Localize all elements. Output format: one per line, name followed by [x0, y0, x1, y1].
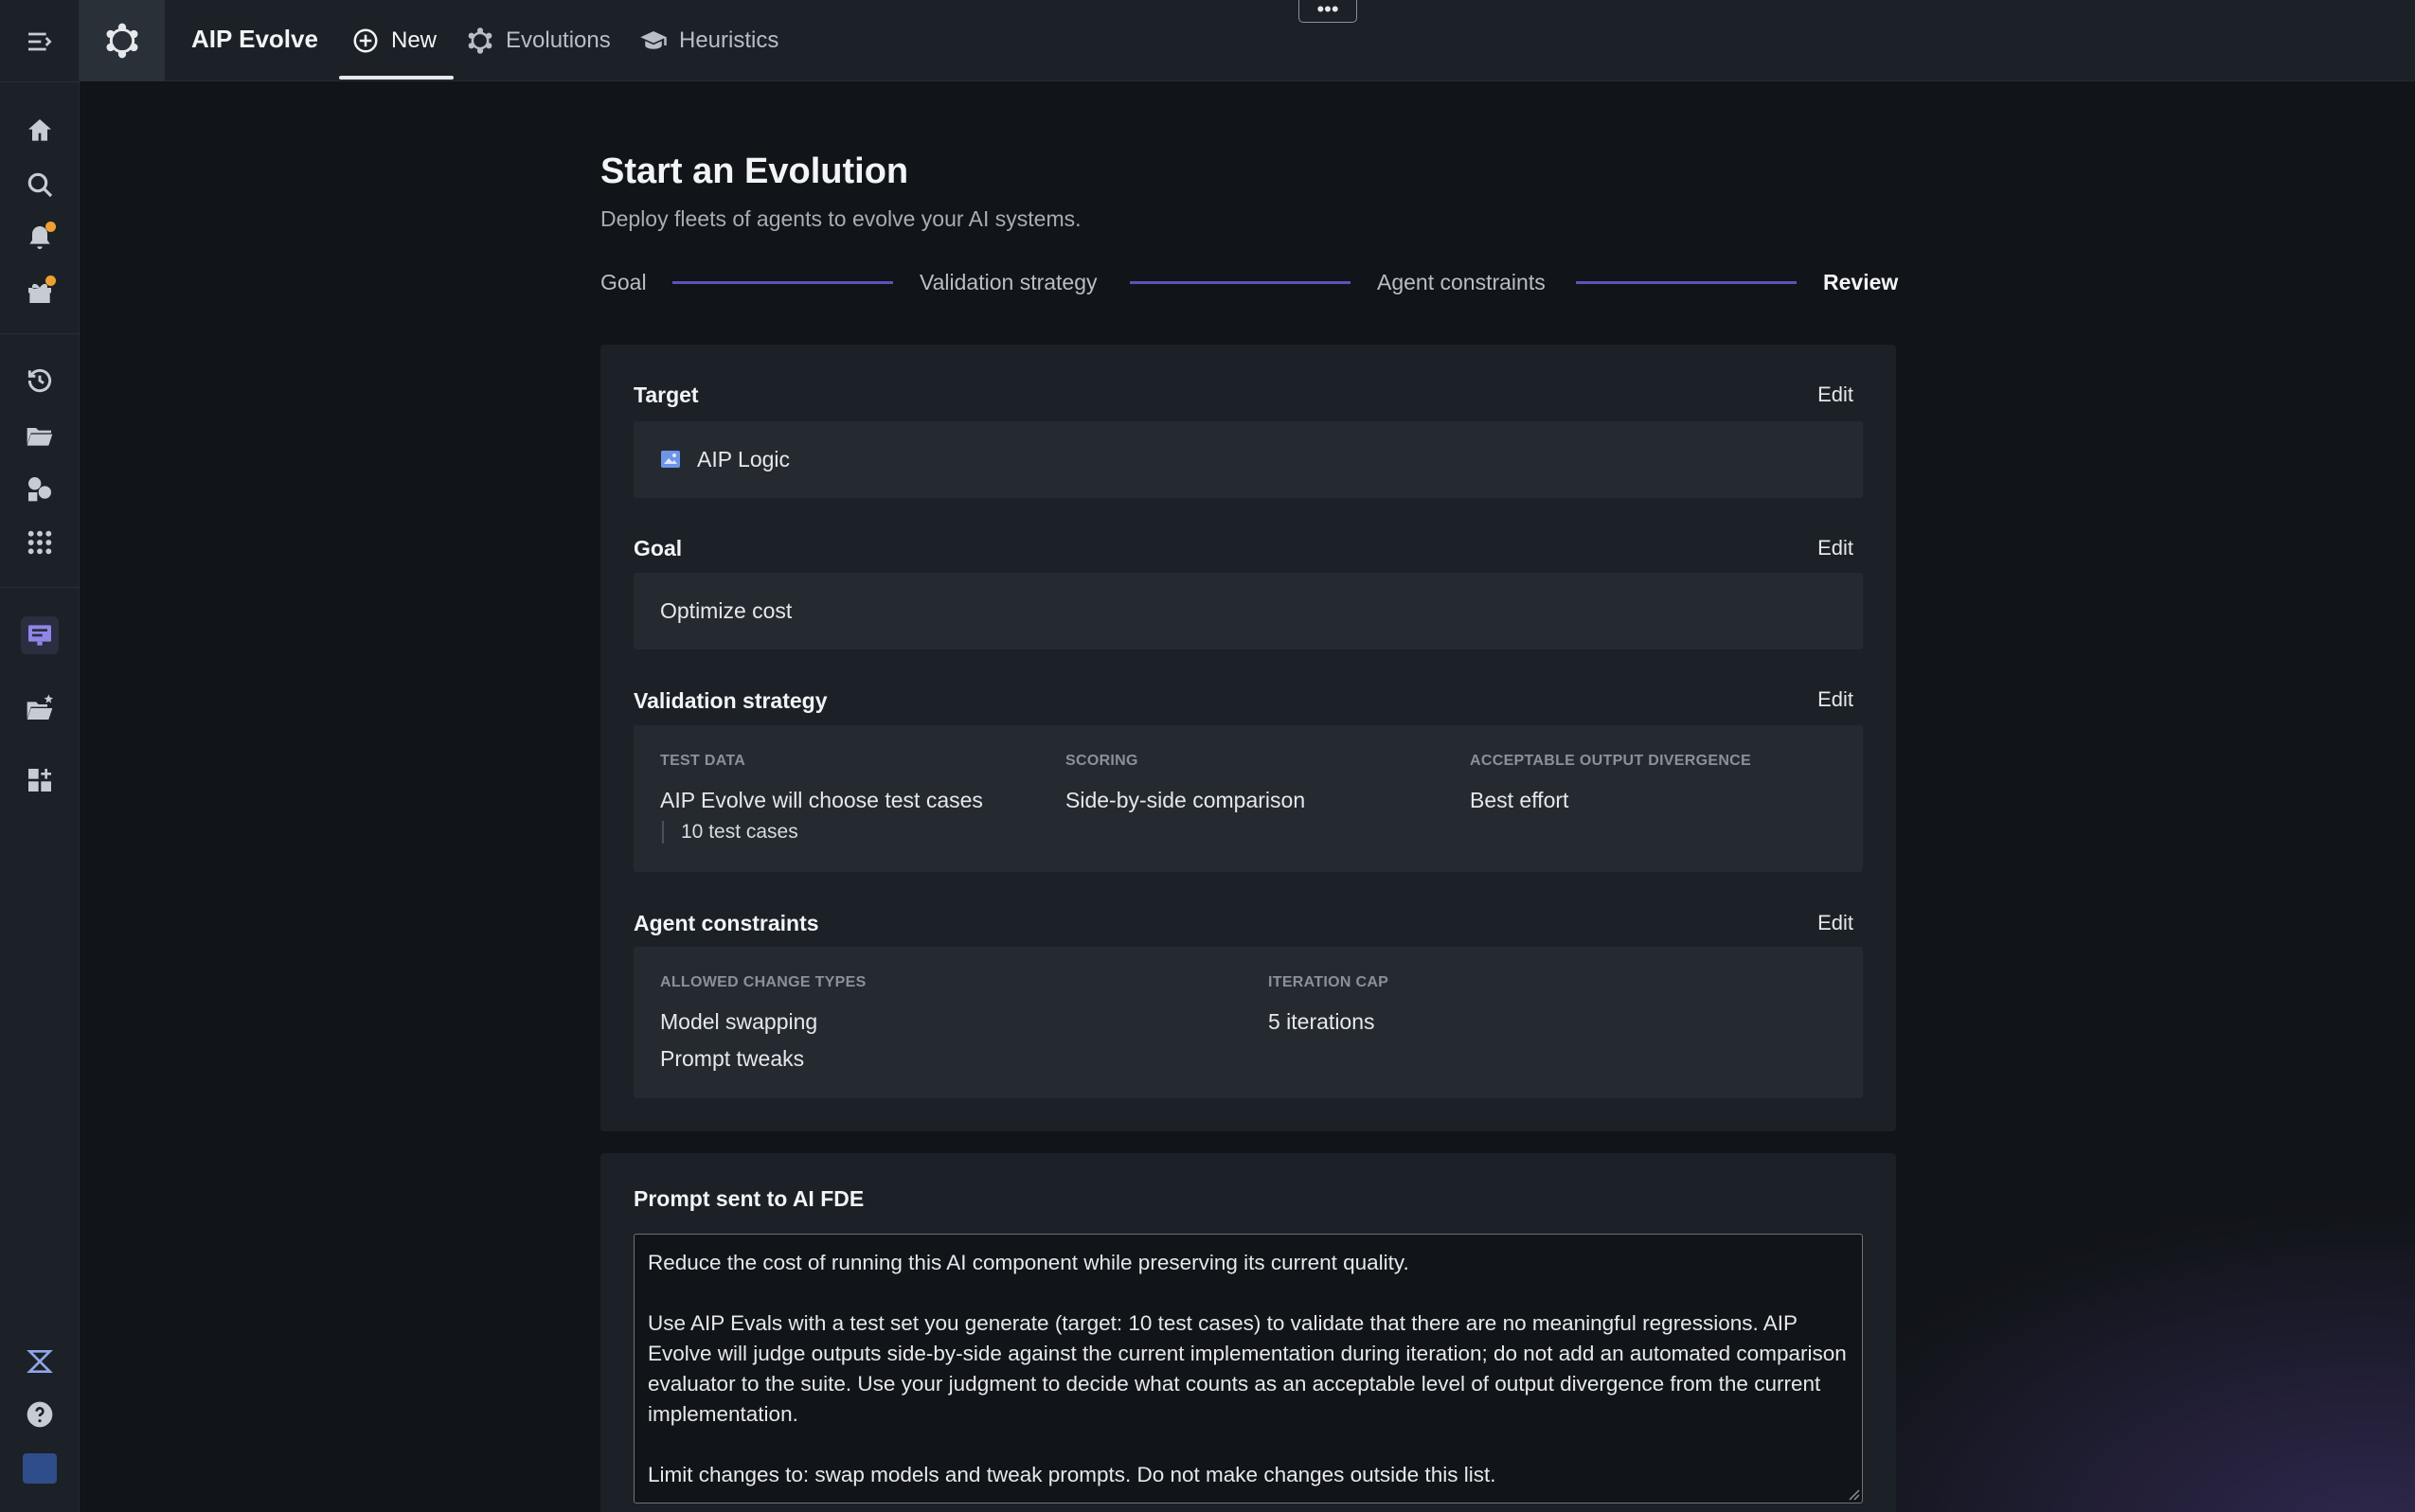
- validation-title: Validation strategy: [634, 688, 828, 713]
- sidebar: [0, 0, 80, 1512]
- review-card: Target Edit AIP Logic Goal Edit Optimize…: [600, 345, 1896, 1131]
- app-grid-icon[interactable]: [21, 524, 59, 561]
- aip-icon[interactable]: [21, 1343, 59, 1380]
- aip-logic-icon: [661, 451, 680, 468]
- divergence-label: ACCEPTABLE OUTPUT DIVERGENCE: [1470, 753, 1752, 769]
- target-title: Target: [634, 382, 699, 407]
- prompt-card: Prompt sent to AI FDE Reduce the cost of…: [600, 1153, 1896, 1512]
- help-icon[interactable]: [21, 1396, 59, 1433]
- shapes-icon[interactable]: [21, 470, 59, 507]
- notification-dot: [45, 222, 56, 232]
- user-avatar-icon[interactable]: [21, 1450, 59, 1487]
- target-value: AIP Logic: [697, 447, 791, 471]
- page-title: Start an Evolution: [600, 151, 909, 191]
- resize-handle-icon[interactable]: [1847, 1487, 1860, 1501]
- target-box: AIP Logic: [634, 421, 1863, 498]
- step-connector: [1130, 281, 1351, 284]
- allowed-change-item: Model swapping: [660, 1009, 818, 1034]
- scoring-value: Side-by-side comparison: [1065, 788, 1306, 812]
- iteration-cap-value: 5 iterations: [1268, 1009, 1375, 1034]
- goal-box: Optimize cost: [634, 573, 1863, 649]
- tab-evolutions[interactable]: Evolutions: [466, 0, 611, 81]
- apps-add-icon[interactable]: [21, 761, 59, 799]
- tab-label: Heuristics: [679, 27, 779, 53]
- prompt-title: Prompt sent to AI FDE: [634, 1186, 865, 1211]
- app-logo-icon[interactable]: [80, 0, 165, 81]
- step-review[interactable]: Review: [1823, 270, 1898, 295]
- edit-constraints-button[interactable]: Edit: [1817, 911, 1853, 935]
- tab-label: Evolutions: [506, 27, 611, 53]
- allowed-change-item: Prompt tweaks: [660, 1046, 805, 1071]
- constraints-title: Agent constraints: [634, 911, 819, 935]
- folder-star-icon[interactable]: [21, 689, 59, 727]
- graduation-cap-icon: [640, 31, 667, 49]
- home-icon[interactable]: [21, 112, 59, 150]
- test-data-label: TEST DATA: [660, 753, 746, 769]
- test-data-count: 10 test cases: [662, 821, 798, 844]
- divergence-value: Best effort: [1470, 788, 1569, 812]
- notification-dot: [45, 276, 56, 286]
- workspace-icon[interactable]: [21, 616, 59, 654]
- tab-new[interactable]: New: [351, 0, 437, 81]
- top-bar: AIP Evolve New Evolutions Heuristics •••: [80, 0, 2415, 81]
- search-icon[interactable]: [21, 166, 59, 204]
- allowed-changes-label: ALLOWED CHANGE TYPES: [660, 974, 867, 990]
- page-subtitle: Deploy fleets of agents to evolve your A…: [600, 206, 1082, 231]
- menu-collapse-icon[interactable]: [21, 23, 59, 61]
- edit-validation-button[interactable]: Edit: [1817, 687, 1853, 712]
- history-icon[interactable]: [21, 362, 59, 400]
- step-connector: [672, 281, 893, 284]
- app-root: AIP Evolve New Evolutions Heuristics •••…: [0, 0, 2415, 1512]
- gift-icon[interactable]: [21, 273, 59, 311]
- more-options-button[interactable]: •••: [1298, 0, 1357, 23]
- evolve-gear-icon: [468, 27, 492, 54]
- folder-icon[interactable]: [21, 417, 59, 454]
- app-title: AIP Evolve: [191, 25, 318, 53]
- goal-title: Goal: [634, 536, 683, 560]
- step-goal[interactable]: Goal: [600, 270, 647, 295]
- step-connector: [1576, 281, 1797, 284]
- goal-value: Optimize cost: [660, 598, 793, 623]
- step-validation-strategy[interactable]: Validation strategy: [920, 270, 1098, 295]
- constraints-box: ALLOWED CHANGE TYPES Model swapping Prom…: [634, 947, 1863, 1098]
- scoring-label: SCORING: [1065, 753, 1138, 769]
- tab-label: New: [391, 27, 438, 53]
- step-agent-constraints[interactable]: Agent constraints: [1377, 270, 1546, 295]
- plus-circle-icon: [353, 28, 378, 53]
- edit-goal-button[interactable]: Edit: [1817, 536, 1853, 560]
- validation-box: TEST DATA AIP Evolve will choose test ca…: [634, 725, 1863, 872]
- notifications-icon[interactable]: [21, 219, 59, 257]
- iteration-cap-label: ITERATION CAP: [1268, 974, 1389, 990]
- prompt-textarea[interactable]: Reduce the cost of running this AI compo…: [634, 1234, 1863, 1503]
- active-tab-indicator: [339, 76, 454, 80]
- edit-target-button[interactable]: Edit: [1817, 382, 1853, 407]
- tab-heuristics[interactable]: Heuristics: [639, 0, 778, 81]
- test-data-value: AIP Evolve will choose test cases: [660, 788, 983, 812]
